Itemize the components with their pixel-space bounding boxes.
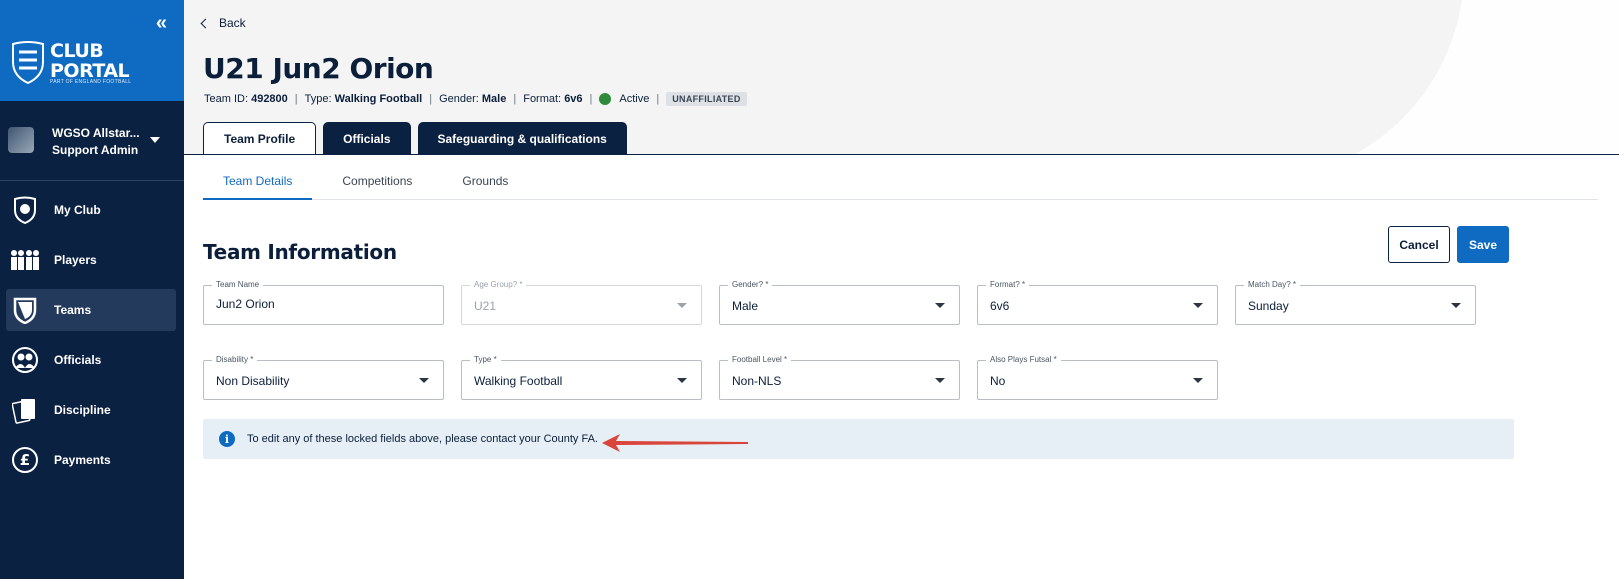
caret-down-icon	[935, 303, 945, 308]
players-group-icon	[10, 245, 40, 275]
type-select[interactable]: Type * Walking Football	[461, 355, 702, 400]
notice-text: To edit any of these locked fields above…	[247, 433, 598, 445]
section-title: Team Information	[203, 240, 397, 264]
team-name-input[interactable]	[216, 297, 416, 311]
age-group-select: Age Group? * U21	[461, 280, 702, 325]
brand-header: « CLUB PORTAL PART OF ENGLAND FOOTBALL	[0, 0, 184, 101]
brand-name: CLUB PORTAL	[50, 40, 130, 82]
main-content: Back U21 Jun2 Orion Team ID: 492800 | Ty…	[184, 0, 1619, 579]
caret-down-icon	[935, 378, 945, 383]
back-link[interactable]: Back	[200, 16, 246, 30]
format-select[interactable]: Format? * 6v6	[977, 280, 1218, 325]
caret-down-icon	[1451, 303, 1461, 308]
sidebar-item-label: Officials	[54, 353, 102, 367]
sidebar-item-label: My Club	[54, 203, 101, 217]
shield-icon	[10, 295, 40, 325]
save-button[interactable]: Save	[1457, 226, 1509, 263]
caret-down-icon[interactable]	[150, 137, 160, 143]
caret-down-icon	[419, 378, 429, 383]
user-role: Support Admin	[52, 143, 139, 157]
sidebar-item-officials[interactable]: Officials	[6, 339, 176, 381]
detail-subtabs: Team Details Competitions Grounds	[203, 168, 1598, 200]
page-header: Back U21 Jun2 Orion Team ID: 492800 | Ty…	[184, 0, 1619, 155]
sidebar: « CLUB PORTAL PART OF ENGLAND FOOTBALL W…	[0, 0, 184, 579]
football-level-select[interactable]: Football Level * Non-NLS	[719, 355, 960, 400]
user-switcher[interactable]: WGSO Allstar... Support Admin	[0, 101, 184, 181]
info-icon: i	[219, 431, 235, 447]
subtab-grounds[interactable]: Grounds	[442, 168, 528, 200]
status-badge: UNAFFILIATED	[666, 92, 747, 106]
locked-fields-notice: i To edit any of these locked fields abo…	[203, 419, 1514, 459]
team-name-field[interactable]: Team Name	[203, 280, 444, 325]
sidebar-item-discipline[interactable]: Discipline	[6, 389, 176, 431]
gender-select[interactable]: Gender? * Male	[719, 280, 960, 325]
status-text: Active	[619, 93, 650, 105]
match-day-select[interactable]: Match Day? * Sunday	[1235, 280, 1476, 325]
subtab-team-details[interactable]: Team Details	[203, 168, 313, 200]
caret-down-icon	[1193, 378, 1203, 383]
double-chevron-left-icon[interactable]: «	[156, 12, 167, 35]
sidebar-item-label: Players	[54, 253, 97, 267]
cancel-button[interactable]: Cancel	[1388, 226, 1450, 263]
team-id: 492800	[251, 93, 288, 105]
chevron-left-icon	[200, 18, 211, 28]
club-badge-icon	[10, 195, 40, 225]
svg-text:£: £	[20, 451, 30, 469]
disability-select[interactable]: Disability * Non Disability	[203, 355, 444, 400]
caret-down-icon	[677, 378, 687, 383]
status-dot-icon	[599, 93, 612, 105]
team-meta: Team ID: 492800 | Type: Walking Football…	[204, 92, 747, 106]
three-lions-crest-icon	[12, 41, 44, 84]
caret-down-icon	[677, 303, 687, 308]
cards-icon	[10, 395, 40, 425]
sidebar-item-label: Discipline	[54, 403, 111, 417]
team-format: 6v6	[564, 93, 583, 105]
brand-subtitle: PART OF ENGLAND FOOTBALL	[50, 79, 132, 85]
page-title: U21 Jun2 Orion	[203, 52, 434, 85]
team-type: Walking Football	[334, 93, 423, 105]
sidebar-item-my-club[interactable]: My Club	[6, 189, 176, 231]
sidebar-item-payments[interactable]: £ Payments	[6, 439, 176, 481]
futsal-select[interactable]: Also Plays Futsal * No	[977, 355, 1218, 400]
tab-team-profile[interactable]: Team Profile	[203, 122, 317, 154]
subtab-competitions[interactable]: Competitions	[322, 168, 432, 200]
sidebar-nav: My Club Players Teams Officials Discipli…	[0, 189, 184, 481]
annotation-arrow-icon	[602, 434, 748, 452]
profile-tabs: Team Profile Officials Safeguarding & qu…	[203, 122, 634, 154]
avatar	[8, 127, 34, 153]
tab-safeguarding[interactable]: Safeguarding & qualifications	[417, 122, 627, 154]
caret-down-icon	[1193, 303, 1203, 308]
officials-icon	[10, 345, 40, 375]
sidebar-item-label: Teams	[54, 303, 92, 317]
tab-officials[interactable]: Officials	[323, 122, 411, 154]
user-name: WGSO Allstar...	[52, 126, 140, 140]
sidebar-item-teams[interactable]: Teams	[6, 289, 176, 331]
sidebar-item-players[interactable]: Players	[6, 239, 176, 281]
pound-icon: £	[10, 445, 40, 475]
team-gender: Male	[481, 93, 507, 105]
sidebar-item-label: Payments	[54, 453, 111, 467]
